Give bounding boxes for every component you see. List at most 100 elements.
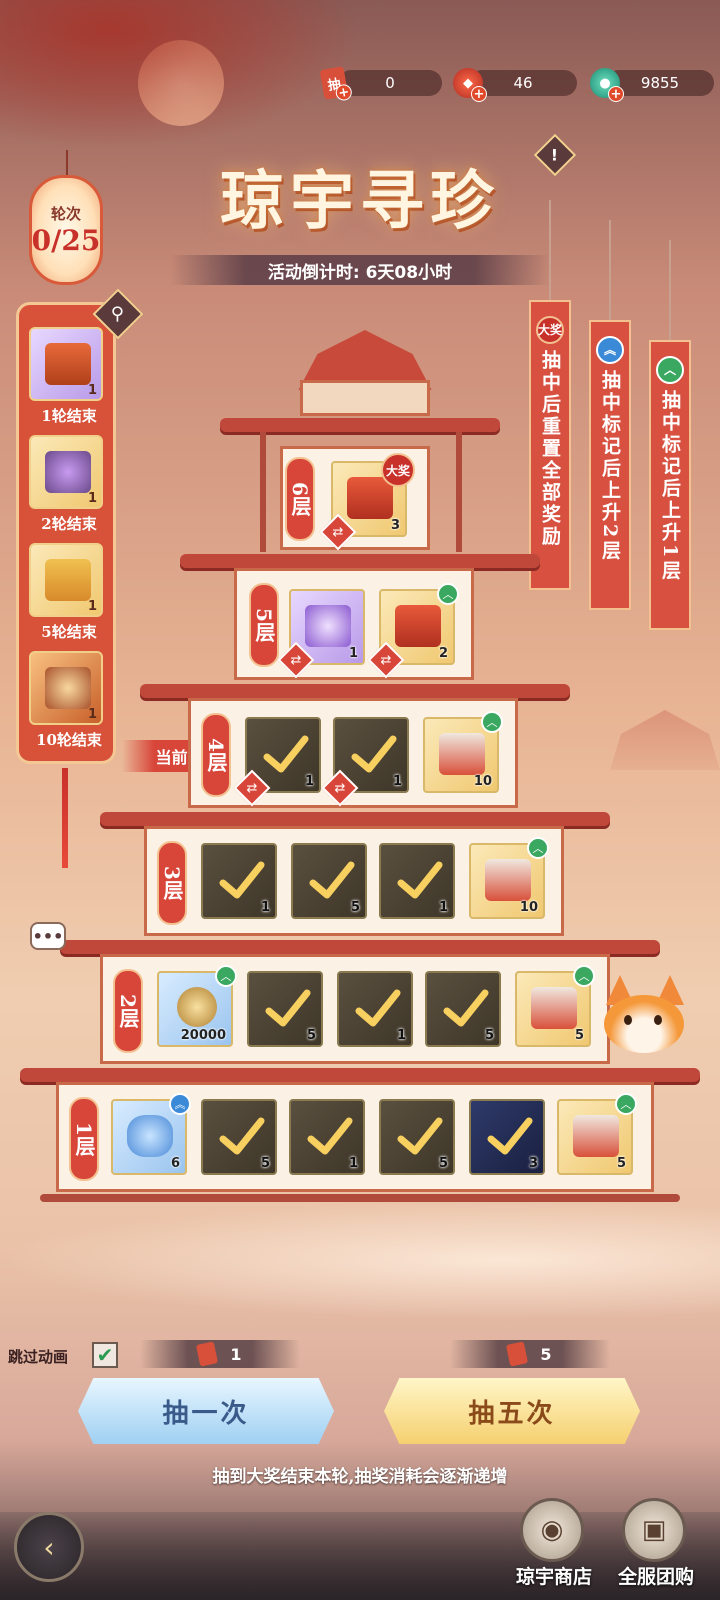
plus-icon[interactable]: +: [471, 86, 487, 102]
reward-qty: 5: [616, 1156, 626, 1171]
floor-label: 6层: [288, 482, 312, 516]
draw-five-button[interactable]: 抽五次: [384, 1378, 640, 1444]
resource-jade[interactable]: 9855 ● +: [590, 68, 714, 102]
checkmark-icon: [355, 989, 401, 1027]
draw-ticket-icon: [506, 1341, 529, 1367]
reward-tile[interactable]: ︽ 6: [111, 1093, 191, 1175]
draw-five-cost-value: 5: [540, 1344, 552, 1364]
reward-qty: 1: [438, 900, 448, 915]
round-reward-qty: 1: [87, 707, 97, 722]
resource-ticket-value: 0: [338, 70, 442, 96]
reward-tile[interactable]: ︿ 20000: [157, 965, 237, 1047]
reward-tile-claimed: 5: [247, 971, 323, 1047]
round-reward-qty: 1: [87, 383, 97, 398]
round-reward-label: 5轮结束: [41, 623, 97, 641]
reward-qty: 10: [519, 900, 538, 915]
reward-tile[interactable]: ︿ ⇄ 2: [367, 583, 459, 679]
round-reward-10[interactable]: 1: [29, 651, 103, 725]
skip-animation-checkbox[interactable]: ✔: [92, 1342, 118, 1368]
reward-qty: 1: [304, 774, 314, 789]
reward-tile-claimed: 1: [289, 1099, 365, 1175]
reward-tile[interactable]: ︿ 5: [557, 1093, 637, 1175]
shop-button[interactable]: ◉: [520, 1498, 584, 1562]
check-icon: ✔: [96, 1343, 114, 1367]
round-reward-1[interactable]: 1: [29, 327, 103, 401]
plus-icon[interactable]: +: [608, 86, 624, 102]
reward-tile-claimed: ⇄ 1: [321, 717, 409, 807]
up-arrow-icon: ︿: [527, 837, 549, 859]
round-reward-5[interactable]: 1: [29, 543, 103, 617]
red-gem-icon: ◆ +: [453, 68, 487, 102]
back-button[interactable]: ‹: [14, 1512, 84, 1582]
round-reward-label: 1轮结束: [41, 407, 97, 425]
reward-tile-claimed: 5: [291, 843, 367, 919]
up-arrow-icon: ︿: [437, 583, 459, 605]
reward-qty: 3: [528, 1156, 538, 1171]
checkmark-icon: [219, 861, 265, 899]
floor-label: 1层: [72, 1122, 96, 1156]
reward-tile-claimed: 5: [379, 1099, 455, 1175]
draw-ticket-icon: [196, 1341, 219, 1367]
reward-tile[interactable]: ︿ 5: [515, 965, 595, 1047]
chat-bubble-button[interactable]: •••: [30, 922, 66, 950]
distant-palace: [610, 710, 720, 770]
reward-qty: 1: [348, 646, 358, 661]
checkmark-icon: [487, 1117, 533, 1155]
back-arrow-icon: ‹: [43, 1530, 55, 1564]
floor-label: 4层: [204, 738, 228, 772]
floor-label: 2层: [116, 994, 140, 1028]
round-reward-2[interactable]: 1: [29, 435, 103, 509]
reward-qty: 20000: [180, 1028, 226, 1043]
double-up-arrow-icon: ︽: [169, 1093, 191, 1115]
pagoda-roof-tier: [180, 554, 540, 568]
reward-tile-claimed: ⇄ 1: [233, 717, 321, 807]
reward-tile-claimed: 5: [425, 971, 501, 1047]
reward-tile-claimed: 1: [379, 843, 455, 919]
checkmark-icon: [219, 1117, 265, 1155]
draw-one-button[interactable]: 抽一次: [78, 1378, 334, 1444]
floor-4-tag: 4层: [201, 713, 231, 797]
double-up-arrow-icon: ︽: [596, 336, 624, 364]
resource-red-gem[interactable]: 46 ◆ +: [453, 68, 577, 102]
round-label: 轮次: [50, 205, 81, 223]
coin-pouch-icon: ◉: [540, 1515, 564, 1545]
draw-ticket-icon: 抽 +: [319, 66, 354, 102]
pagoda-pillar-right: [456, 432, 462, 552]
group-buy-button[interactable]: ▣: [622, 1498, 686, 1562]
fox-mascot[interactable]: [600, 975, 690, 1055]
draw-hint: 抽到大奖结束本轮,抽奖消耗会逐渐递增: [212, 1467, 508, 1487]
floor-1-tag: 1层: [69, 1097, 99, 1181]
draw-five-label: 抽五次: [468, 1398, 556, 1429]
checkmark-icon: [351, 735, 397, 773]
treasure-chest-icon: ▣: [641, 1515, 667, 1545]
up-arrow-icon: ︿: [573, 965, 595, 987]
reward-tile[interactable]: ︿ 10: [469, 837, 549, 919]
gold-gift-box-icon: [45, 559, 91, 601]
exclamation-icon: !: [551, 145, 559, 165]
up-arrow-icon: ︿: [481, 711, 503, 733]
reward-tile-grand[interactable]: 大奖 ⇄ 3: [319, 453, 415, 551]
banner-string: [609, 220, 611, 320]
checkmark-icon: [309, 861, 355, 899]
round-counter-lantern: 轮次 0/25: [29, 175, 103, 285]
draw-five-cost: 5: [450, 1340, 610, 1368]
grand-prize-badge: 大奖: [381, 453, 415, 487]
reward-qty: 3: [390, 518, 400, 533]
banner-string: [669, 240, 671, 340]
up-arrow-icon: ︿: [656, 356, 684, 384]
reward-tile-claimed: 1: [337, 971, 413, 1047]
character-gift-box-icon: [531, 987, 577, 1029]
checkmark-icon: [397, 1117, 443, 1155]
resource-ticket[interactable]: 0 抽 +: [319, 66, 442, 102]
reward-tile[interactable]: ⇄ 1: [277, 589, 365, 679]
countdown-timer: 活动倒计时: 6天08小时: [170, 255, 550, 285]
floor-2: 2层 ︿ 20000 5 1 5 ︿ 5: [100, 954, 610, 1064]
river: [0, 1200, 720, 1320]
info-button[interactable]: !: [533, 133, 577, 177]
reward-qty: 5: [484, 1028, 494, 1043]
checkmark-icon: [307, 1117, 353, 1155]
reward-tile[interactable]: ︿ 10: [423, 711, 503, 793]
reward-qty: 1: [348, 1156, 358, 1171]
treasure-chest-icon: [45, 343, 91, 385]
shop-label: 琼宇商店: [515, 1566, 592, 1588]
